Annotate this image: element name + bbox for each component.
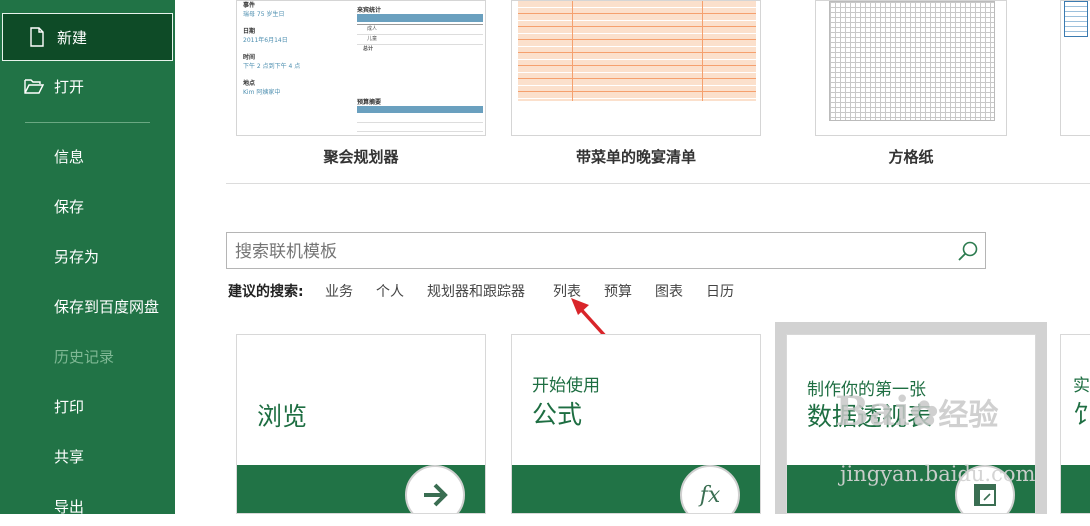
folder-open-icon	[24, 79, 44, 94]
sidebar-item-open[interactable]: 打开	[0, 66, 175, 106]
party-planner-preview-text: 事件 瑞母 75 岁生日 日期 2011年6月14日 时间 下午 2 点到下午 …	[243, 2, 301, 96]
suggestion-charts[interactable]: 图表	[655, 281, 683, 301]
tour-card-formulas[interactable]: 开始使用 公式 fx	[511, 334, 761, 514]
sidebar-item-label: 保存	[54, 197, 85, 216]
new-document-icon	[30, 27, 44, 47]
card-title: 公式	[532, 400, 583, 429]
budget-summary-title: 预算摘要	[357, 99, 382, 106]
backstage-sidebar: 新建 打开 信息 保存 另存为 保存到百度网盘 历史记录 打印 共享 导出	[0, 0, 175, 516]
sidebar-item-label: 打开	[54, 77, 85, 96]
sidebar-item-label: 打印	[54, 397, 85, 416]
suggestion-planners-trackers[interactable]: 规划器和跟踪器	[427, 281, 525, 301]
watermark-url: jingyan.baidu.com	[840, 462, 1036, 486]
graph-paper-grid	[829, 1, 995, 121]
sidebar-item-label: 保存到百度网盘	[54, 297, 160, 316]
search-icon[interactable]	[957, 240, 979, 262]
dinner-menu-preview	[518, 1, 756, 101]
paw-icon: ✿	[909, 394, 939, 434]
dinner-menu-column-line	[702, 1, 703, 101]
template-title[interactable]: 方格纸	[815, 146, 1007, 167]
sidebar-item-label: 信息	[54, 147, 85, 166]
card-band	[1061, 465, 1090, 513]
suggestion-calendar[interactable]: 日历	[706, 281, 734, 301]
sidebar-item-history: 历史记录	[0, 336, 175, 376]
suggestion-business[interactable]: 业务	[325, 281, 353, 301]
tour-card-partial[interactable]: 实 饣	[1060, 334, 1090, 514]
sidebar-item-label: 另存为	[54, 247, 100, 266]
guest-table: 成人 儿童 总计	[357, 24, 483, 62]
dinner-menu-column-line	[572, 1, 573, 101]
template-title[interactable]: 带菜单的晚宴清单	[511, 146, 761, 167]
card-subtitle: 实	[1073, 376, 1090, 396]
sidebar-item-label: 共享	[54, 447, 85, 466]
budget-table	[357, 114, 483, 135]
sidebar-item-save-to-baidu[interactable]: 保存到百度网盘	[0, 286, 175, 326]
guest-table-header	[357, 14, 483, 22]
guest-count-title: 来宾统计	[357, 7, 382, 14]
search-input[interactable]	[233, 239, 937, 265]
template-thumbnail-partial[interactable]	[1060, 0, 1090, 136]
watermark-brand: Bai✿经验	[835, 388, 999, 435]
main-content: 事件 瑞母 75 岁生日 日期 2011年6月14日 时间 下午 2 点到下午 …	[175, 0, 1090, 514]
template-search-box[interactable]	[226, 232, 986, 269]
tour-card-browse[interactable]: 浏览	[236, 334, 486, 514]
sidebar-item-label: 导出	[54, 497, 85, 516]
card-title: 饣	[1073, 395, 1090, 431]
template-title[interactable]: 聚会规划器	[236, 146, 486, 167]
sidebar-item-export[interactable]: 导出	[0, 486, 175, 526]
suggested-searches-label: 建议的搜索:	[228, 284, 304, 300]
sidebar-item-info[interactable]: 信息	[0, 136, 175, 176]
card-subtitle: 开始使用	[532, 376, 600, 396]
sidebar-item-label: 新建	[57, 28, 88, 47]
section-separator	[226, 183, 1090, 184]
sidebar-item-save-as[interactable]: 另存为	[0, 236, 175, 276]
suggestion-personal[interactable]: 个人	[376, 281, 404, 301]
sidebar-divider	[25, 122, 150, 123]
sidebar-item-print[interactable]: 打印	[0, 386, 175, 426]
card-title: 浏览	[257, 402, 308, 431]
sidebar-item-save[interactable]: 保存	[0, 186, 175, 226]
sidebar-item-new[interactable]: 新建	[2, 13, 173, 61]
sidebar-item-label: 历史记录	[54, 347, 115, 366]
budget-table-header	[357, 106, 483, 113]
template-thumbnail-graph-paper[interactable]	[815, 0, 1007, 136]
template-thumbnail-party-planner[interactable]: 事件 瑞母 75 岁生日 日期 2011年6月14日 时间 下午 2 点到下午 …	[236, 0, 486, 136]
template-thumbnail-dinner-menu[interactable]	[511, 0, 761, 136]
sidebar-item-share[interactable]: 共享	[0, 436, 175, 476]
partial-preview	[1064, 1, 1088, 37]
